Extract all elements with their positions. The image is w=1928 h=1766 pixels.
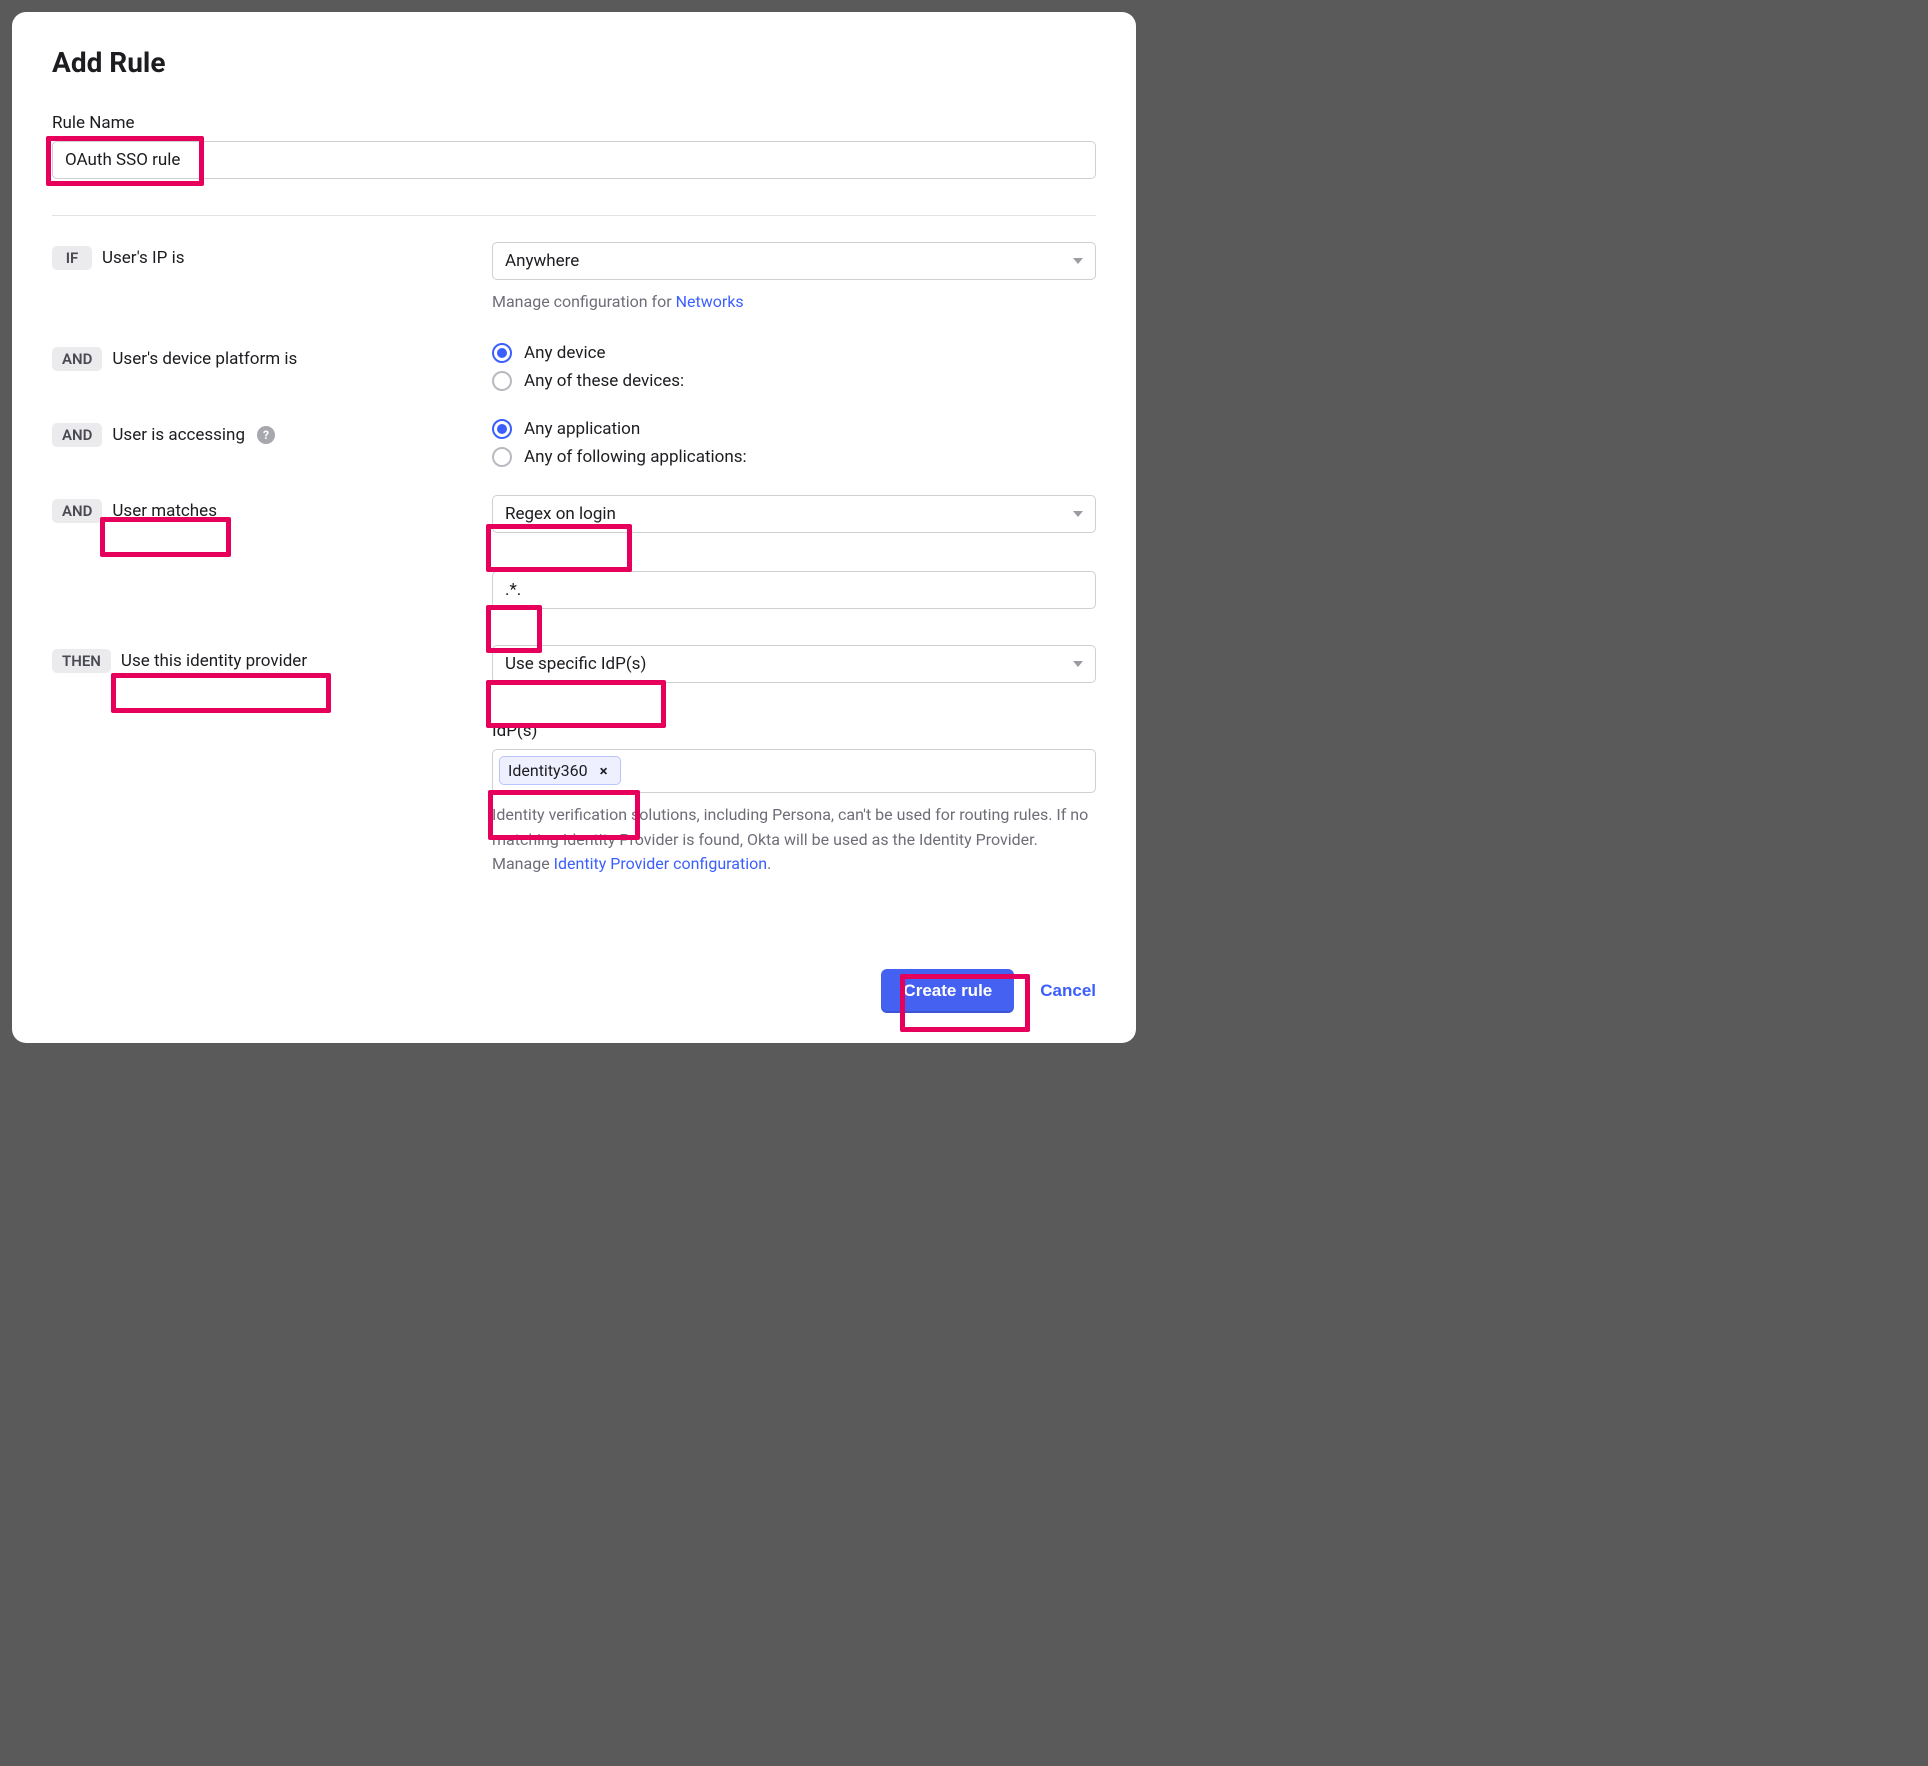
select-user-matches[interactable]: Regex on login: [492, 495, 1096, 533]
radio-specific-applications-label: Any of following applications:: [524, 447, 747, 467]
idp-tag-label: Identity360: [508, 761, 588, 780]
pill-then: THEN: [52, 649, 111, 673]
radio-icon: [492, 371, 512, 391]
create-rule-button[interactable]: Create rule: [881, 969, 1014, 1013]
chevron-down-icon: [1073, 511, 1083, 517]
pill-and-device: AND: [52, 347, 102, 371]
radio-any-device-label: Any device: [524, 343, 606, 363]
pill-and-access: AND: [52, 423, 102, 447]
radio-any-device[interactable]: Any device: [492, 343, 1096, 363]
label-device-platform: User's device platform is: [112, 349, 297, 369]
pill-and-match: AND: [52, 499, 102, 523]
select-user-ip[interactable]: Anywhere: [492, 242, 1096, 280]
label-user-accessing: User is accessing: [112, 425, 245, 445]
radio-specific-devices-label: Any of these devices:: [524, 371, 684, 391]
regex-input[interactable]: [492, 571, 1096, 609]
idps-input[interactable]: Identity360 ×: [492, 749, 1096, 793]
idp-helper: Identity verification solutions, includi…: [492, 803, 1096, 877]
add-rule-modal: Add Rule Rule Name IF User's IP is Anywh…: [12, 12, 1136, 1043]
radio-icon: [492, 419, 512, 439]
rule-name-label: Rule Name: [52, 113, 1096, 133]
select-idp-mode[interactable]: Use specific IdP(s): [492, 645, 1096, 683]
radio-icon: [492, 447, 512, 467]
pill-if: IF: [52, 246, 92, 270]
label-user-ip: User's IP is: [102, 248, 184, 268]
label-user-matches: User matches: [112, 501, 217, 521]
help-icon[interactable]: ?: [257, 426, 275, 444]
radio-specific-devices[interactable]: Any of these devices:: [492, 371, 1096, 391]
idps-label: IdP(s): [492, 721, 1096, 741]
rule-name-input[interactable]: [52, 141, 1096, 179]
radio-any-application-label: Any application: [524, 419, 640, 439]
label-use-idp: Use this identity provider: [121, 651, 307, 671]
ip-helper: Manage configuration for Networks: [492, 290, 1096, 315]
radio-icon: [492, 343, 512, 363]
cancel-button[interactable]: Cancel: [1040, 981, 1096, 1001]
chevron-down-icon: [1073, 258, 1083, 264]
idp-helper-suffix: .: [767, 854, 771, 873]
device-radio-group: Any device Any of these devices:: [492, 343, 1096, 391]
close-icon[interactable]: ×: [596, 763, 612, 779]
modal-title: Add Rule: [52, 46, 1096, 79]
idp-config-link[interactable]: Identity Provider configuration: [554, 854, 767, 873]
radio-any-application[interactable]: Any application: [492, 419, 1096, 439]
select-idp-mode-value: Use specific IdP(s): [505, 654, 646, 674]
select-user-ip-value: Anywhere: [505, 251, 579, 271]
ip-helper-text: Manage configuration for: [492, 292, 676, 311]
radio-specific-applications[interactable]: Any of following applications:: [492, 447, 1096, 467]
idp-tag: Identity360 ×: [499, 756, 621, 785]
networks-link[interactable]: Networks: [676, 292, 744, 311]
access-radio-group: Any application Any of following applica…: [492, 419, 1096, 467]
select-user-matches-value: Regex on login: [505, 504, 616, 524]
divider: [52, 215, 1096, 216]
chevron-down-icon: [1073, 661, 1083, 667]
